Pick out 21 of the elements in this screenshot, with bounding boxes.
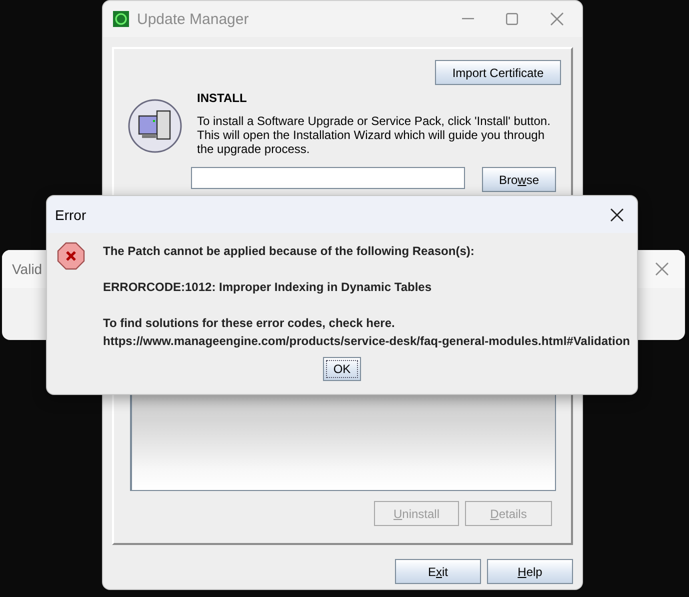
- section-title: INSTALL: [197, 91, 248, 105]
- error-message: ERRORCODE:1012: Improper Indexing in Dynamic Tables: [103, 279, 433, 296]
- error-message: The Patch cannot be applied because of the following Reason(s):: [103, 243, 476, 260]
- exit-button[interactable]: Exit: [395, 559, 481, 584]
- dialog-title: Error: [55, 206, 86, 222]
- help-url: https://www.manageengine.com/products/service-desk/faq-general-modules.html#Validation: [103, 333, 630, 350]
- computer-icon: [128, 99, 182, 153]
- browse-button[interactable]: Browse: [482, 167, 556, 192]
- install-description: To install a Software Upgrade or Service Pack, click 'Install' button. This will open the Installation Wizard which will guide you through the upgrade process.: [197, 114, 552, 156]
- app-icon: [113, 11, 129, 27]
- error-message: To find solutions for these error codes, check here.: [103, 315, 396, 332]
- error-icon: [57, 242, 85, 270]
- minimize-icon[interactable]: [462, 18, 474, 20]
- close-icon[interactable]: [610, 208, 624, 222]
- window-title: Valid: [12, 261, 42, 277]
- import-certificate-button[interactable]: Import Certificate: [435, 60, 561, 85]
- help-button[interactable]: Help: [487, 559, 573, 584]
- maximize-icon[interactable]: [506, 13, 518, 25]
- window-title: Update Manager: [137, 10, 250, 28]
- ok-button[interactable]: OK: [323, 357, 361, 381]
- file-path-field[interactable]: [191, 167, 465, 189]
